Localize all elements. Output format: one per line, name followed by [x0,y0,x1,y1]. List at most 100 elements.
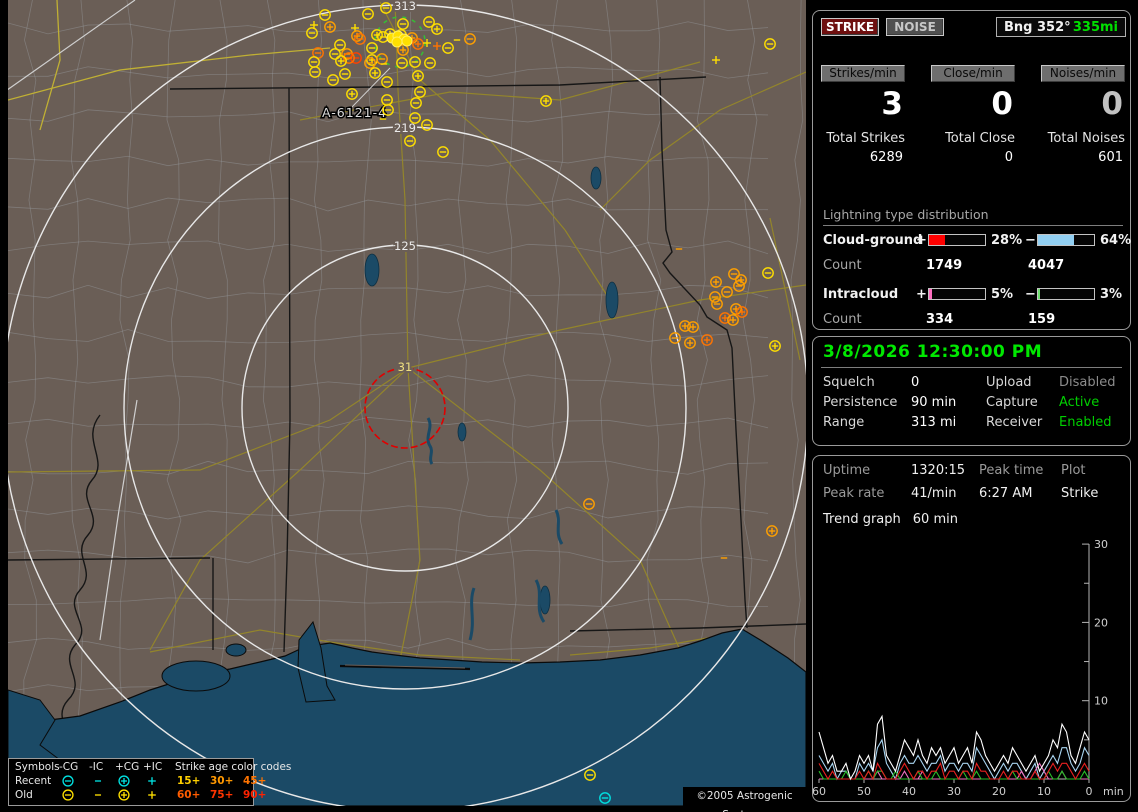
total-value: 6289 [869,150,903,165]
rate-column: Close/min 0 Total Close 0 [931,65,1015,165]
trend-y-tick-label: 20 [1094,616,1108,629]
count-label: Count [823,258,862,273]
plus-sign: + [916,233,927,248]
ring-label: 125 [394,239,416,253]
trend-x-tick-label: 10 [1037,785,1051,798]
trend-x-tick-label: 40 [902,785,916,798]
legend-symbol-cm [61,775,75,787]
trend-x-tick-label: 0 [1086,785,1093,798]
distribution-row: Intracloud +5% − 3% [813,287,1132,302]
distribution-type-label: Intracloud [823,287,899,302]
legend-symbol-cp [117,775,131,787]
positive-count: 334 [926,312,954,327]
trend-x-tick-label: 60 [813,785,826,798]
legend-age-value: 30+ [210,775,234,787]
trend-chart: 10 20 30 60 50 40 30 20 10 0 min [813,538,1124,798]
total-value: 0 [1004,150,1013,165]
strike-stats-panel: STRIKE NOISE Bng 352° 335mi Strikes/min 3… [812,10,1131,330]
trend-series-cg [818,761,1090,781]
legend-symbol-m [91,775,105,787]
trend-panel: Uptime 1320:15 Peak time Plot Peak rate 41/mi… [812,455,1131,802]
legend-age-value: 45+ [243,775,267,787]
legend-row-label: Old [15,789,33,801]
map-canvas: 31321912531A-6121-4 [8,0,806,806]
negative-bar-fill [1038,235,1074,245]
distribution-count-row: Count 334 159 [813,312,1132,327]
legend-age-value: 90+ [243,789,267,801]
positive-bar [928,234,986,246]
trend-series-totalstrikes [818,714,1090,781]
lightning-map[interactable]: 313 219 125 31 A-6121-4 Symbols -CG -IC +CG +IC S… [8,0,806,812]
rate-value: 0 [1101,86,1123,122]
status-cell-r2c0: Range [823,415,865,430]
positive-bar [928,288,986,300]
rate-column: Strikes/min 3 Total Strikes 6289 [821,65,905,165]
status-cell-r0c2: Upload [986,375,1032,390]
ring-label: 31 [398,360,413,374]
legend-symbol-cm [61,789,75,801]
total-value: 601 [1098,150,1123,165]
trend-x-unit-label: min [1103,785,1124,798]
rate-label-button[interactable]: Strikes/min [821,65,905,82]
legend-age-value: 75+ [210,789,234,801]
strike-symbol-cp [118,789,130,801]
legend-symbol-cp [117,789,131,801]
datetime-display: 3/8/2026 12:30:00 PM [823,342,1043,362]
status-cell-r0c0: Squelch [823,375,875,390]
ring-label: 313 [394,0,416,13]
strike-symbol-p [148,777,156,785]
positive-bar-fill [929,235,945,245]
bearing-readout: Bng 352° 335mi [996,17,1126,37]
negative-count: 4047 [1028,258,1065,273]
strike-symbol-cp [118,775,130,787]
legend-row-label: Recent [15,775,52,787]
rate-value: 0 [991,86,1013,122]
total-label: Total Strikes [826,131,905,146]
trend-y-tick-label: 10 [1094,695,1108,708]
count-label: Count [823,312,862,327]
divider [821,367,1122,368]
legend-age-value: 15+ [177,775,201,787]
status-cell-r0c3: Disabled [1059,375,1116,390]
trend-x-tick-label: 20 [992,785,1006,798]
legend-header: -IC [89,761,104,773]
copyright-label: ©2005 Astrogenic Systems [683,787,806,812]
rate-label-button[interactable]: Close/min [931,65,1015,82]
strike-symbol-cm [62,789,74,801]
negative-count: 159 [1028,312,1056,327]
trend-x-tick-label: 30 [947,785,961,798]
trend-series-cg [818,738,1090,781]
status-cell-r0c1: 0 [911,375,920,390]
noise-mode-button[interactable]: NOISE [886,18,944,36]
strike-core-flash [401,35,413,47]
distribution-count-row: Count 1749 4047 [813,258,1132,273]
stormvue-app: 313 219 125 31 A-6121-4 Symbols -CG -IC +CG +IC S… [0,0,1138,812]
rate-label-button[interactable]: Noises/min [1041,65,1125,82]
status-cell-r2c3: Enabled [1059,415,1112,430]
positive-pct: 5% [991,287,1014,302]
storm-cell-label: A-6121-4 [322,105,387,120]
minus-sign: − [1025,287,1036,302]
trend-y-tick-label: 30 [1094,538,1108,551]
distribution-title: Lightning type distribution [823,207,1123,226]
positive-bar-fill [929,289,932,299]
strike-mode-button[interactable]: STRIKE [821,18,879,36]
legend-header: -CG [59,761,79,773]
legend-header: Symbols [15,761,60,773]
trend-axes [819,543,1090,780]
status-cell-r1c2: Capture [986,395,1038,410]
negative-bar-fill [1038,289,1040,299]
trend-x-tick-label: 50 [857,785,871,798]
strike-core-flash [391,36,403,48]
bearing-value: Bng 352° [1004,19,1071,35]
strike-symbol-p [148,791,156,799]
negative-pct: 64% [1100,233,1132,248]
strike-symbol-cm [62,775,74,787]
minus-sign: − [1025,233,1036,248]
distribution-row: Cloud-ground +28% − 64% [813,233,1132,248]
positive-count: 1749 [926,258,963,273]
status-cell-r1c1: 90 min [911,395,957,410]
legend-age-value: 60+ [177,789,201,801]
symbol-legend: Symbols -CG -IC +CG +IC Strike age color code… [8,758,291,806]
total-label: Total Noises [1047,131,1125,146]
